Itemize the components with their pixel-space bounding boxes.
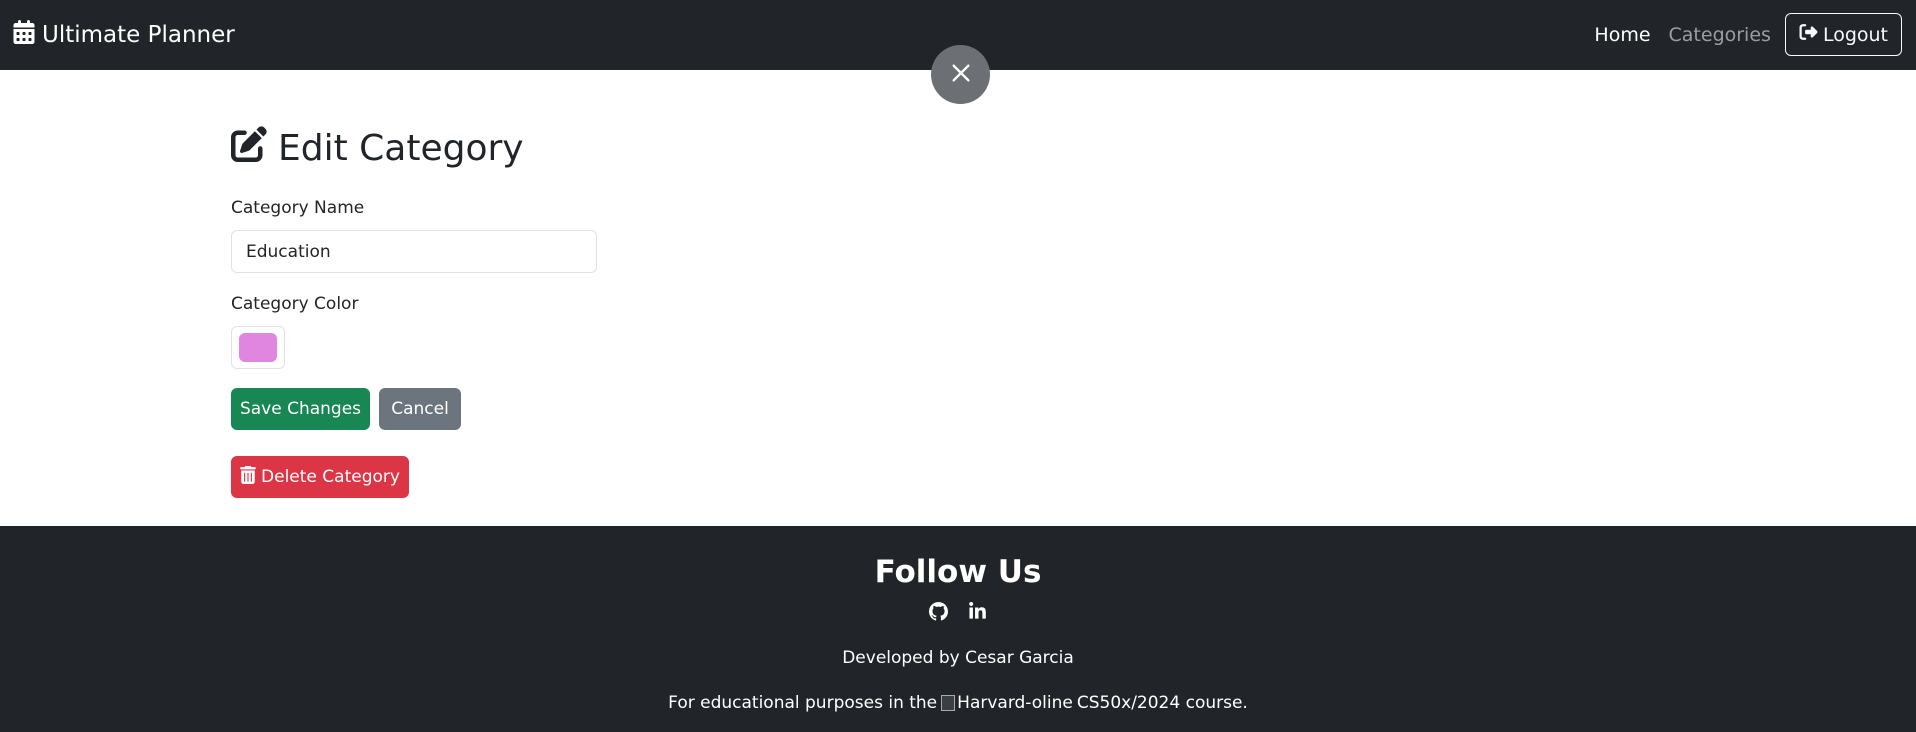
calendar-icon bbox=[13, 20, 42, 50]
category-name-input[interactable] bbox=[231, 230, 597, 273]
save-changes-button[interactable]: Save Changes bbox=[231, 388, 370, 430]
educational-note: For educational purposes in the Harvard-… bbox=[0, 693, 1916, 713]
delete-category-button[interactable]: Delete Category bbox=[231, 456, 409, 498]
logout-icon bbox=[1799, 23, 1823, 46]
cancel-button[interactable]: Cancel bbox=[379, 388, 461, 430]
page-title-text: Edit Category bbox=[278, 127, 524, 169]
color-swatch bbox=[239, 333, 277, 362]
social-links bbox=[0, 602, 1916, 621]
footer-title: Follow Us bbox=[874, 554, 1042, 590]
edit-category-form: Edit Category Category Name Category Col… bbox=[231, 125, 931, 498]
brand-name: Ultimate Planner bbox=[42, 22, 235, 48]
close-overlay-button[interactable] bbox=[931, 45, 990, 104]
trash-icon bbox=[240, 465, 261, 489]
nav-home-link[interactable]: Home bbox=[1594, 24, 1650, 46]
edu-suffix: CS50x/2024 course. bbox=[1076, 693, 1248, 713]
brand-link[interactable]: Ultimate Planner bbox=[13, 20, 235, 50]
footer: Follow Us Developed by Cesar Garcia For … bbox=[0, 526, 1916, 732]
harvard-logo-alt: Harvard-oline bbox=[957, 693, 1073, 713]
category-color-label: Category Color bbox=[231, 294, 359, 314]
broken-image-icon bbox=[941, 695, 956, 711]
github-icon[interactable] bbox=[929, 602, 948, 621]
nav-categories-link[interactable]: Categories bbox=[1669, 24, 1771, 46]
logout-button[interactable]: Logout bbox=[1784, 13, 1902, 56]
developed-by-text: Developed by Cesar Garcia bbox=[842, 648, 1074, 668]
category-color-picker[interactable] bbox=[231, 326, 285, 369]
nav-links: Home Categories Logout bbox=[1594, 13, 1902, 56]
close-icon bbox=[950, 62, 972, 88]
edu-prefix: For educational purposes in the bbox=[668, 693, 938, 713]
delete-label: Delete Category bbox=[261, 467, 400, 487]
linkedin-icon[interactable] bbox=[968, 602, 987, 621]
logout-label: Logout bbox=[1822, 23, 1888, 46]
edit-icon bbox=[231, 125, 278, 171]
category-name-label: Category Name bbox=[231, 198, 365, 218]
page-title: Edit Category bbox=[231, 125, 931, 171]
harvard-logo-image: Harvard-oline bbox=[941, 693, 1073, 713]
